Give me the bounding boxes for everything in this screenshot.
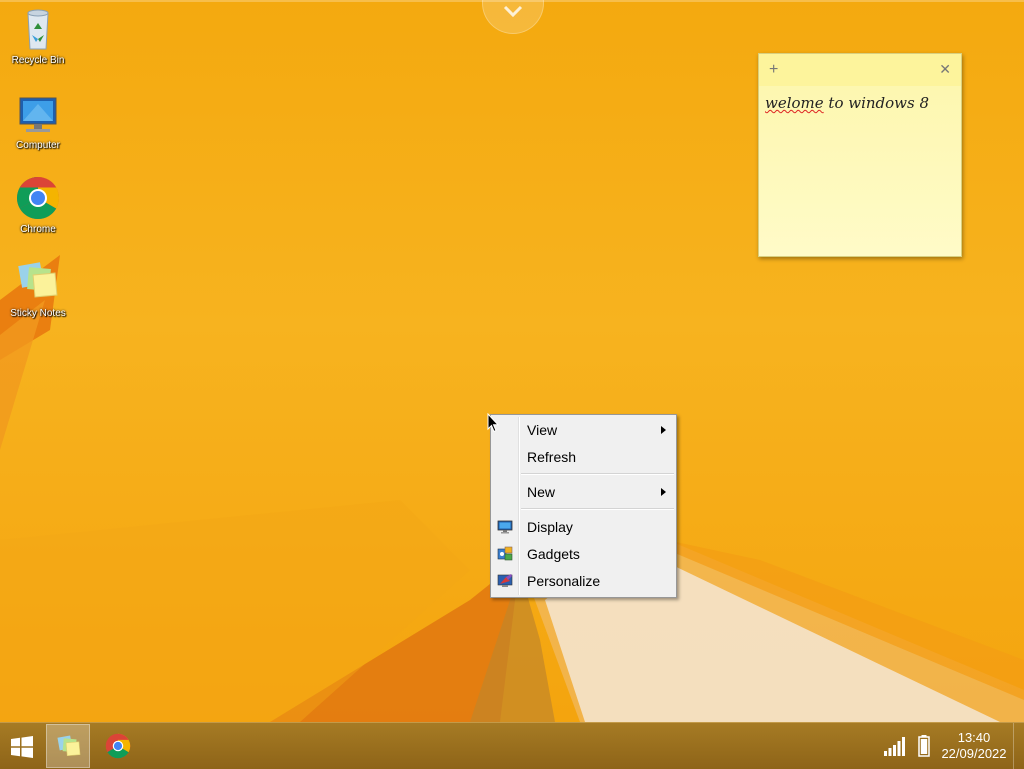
menu-item-display[interactable]: Display [491,515,676,539]
taskbar-app-sticky-notes[interactable] [46,724,90,768]
desktop-icon-sticky-notes[interactable]: Sticky Notes [0,258,76,319]
desktop-context-menu: View Refresh New Display Gadgets Persona… [490,414,677,598]
sticky-notes-icon [57,735,81,757]
misspelled-word: welome [765,94,824,112]
menu-item-view[interactable]: View [491,418,676,442]
menu-item-label: Personalize [527,573,601,589]
icon-label: Chrome [20,224,56,235]
menu-item-label: Refresh [527,449,577,465]
computer-icon [19,97,57,132]
chevron-down-icon [503,5,523,17]
menu-item-gadgets[interactable]: Gadgets [491,542,676,566]
windows-start-icon[interactable] [10,735,34,759]
desktop[interactable]: Recycle Bin Computer Chrome Sticky Notes… [0,0,1024,722]
chrome-icon [16,177,60,220]
submenu-arrow-icon [661,426,666,434]
menu-separator [521,473,674,475]
battery-icon[interactable] [918,735,930,757]
personalize-icon [497,574,513,587]
menu-item-new[interactable]: New [491,480,676,504]
submenu-arrow-icon [661,488,666,496]
menu-item-label: New [527,484,556,500]
icon-label: Sticky Notes [10,308,66,319]
taskbar: 13:40 22/09/2022 [0,722,1024,769]
add-note-button[interactable]: + [769,61,778,79]
icon-label: Computer [16,140,60,151]
chrome-icon [105,733,131,759]
mouse-cursor-icon [487,413,499,433]
display-icon [497,520,513,534]
show-desktop-button[interactable] [1013,723,1024,769]
note-text: to windows 8 [823,94,930,112]
menu-separator [521,508,674,510]
clock-time: 13:40 [957,730,991,745]
desktop-icon-chrome[interactable]: Chrome [0,174,76,235]
desktop-icon-recycle-bin[interactable]: Recycle Bin [0,5,76,66]
clock[interactable]: 13:40 22/09/2022 [934,730,1014,762]
sticky-note-titlebar[interactable]: + ✕ [759,54,961,86]
menu-item-label: View [527,422,558,438]
menu-item-label: Gadgets [527,546,580,562]
sticky-note-window[interactable]: + ✕ welome to windows 8 [758,53,962,257]
recycle-bin-icon [27,9,49,50]
menu-item-personalize[interactable]: Personalize [491,569,676,593]
network-signal-icon[interactable] [884,736,906,756]
delete-note-button[interactable]: ✕ [939,61,951,78]
menu-item-refresh[interactable]: Refresh [491,445,676,469]
sticky-note-text-area[interactable]: welome to windows 8 [759,86,961,256]
gadgets-icon [497,546,513,561]
sticky-notes-icon [18,262,58,298]
menu-item-label: Display [527,519,573,535]
clock-date: 22/09/2022 [941,746,1007,761]
icon-label: Recycle Bin [11,55,65,66]
desktop-icon-computer[interactable]: Computer [0,90,76,151]
taskbar-app-chrome[interactable] [96,724,140,768]
